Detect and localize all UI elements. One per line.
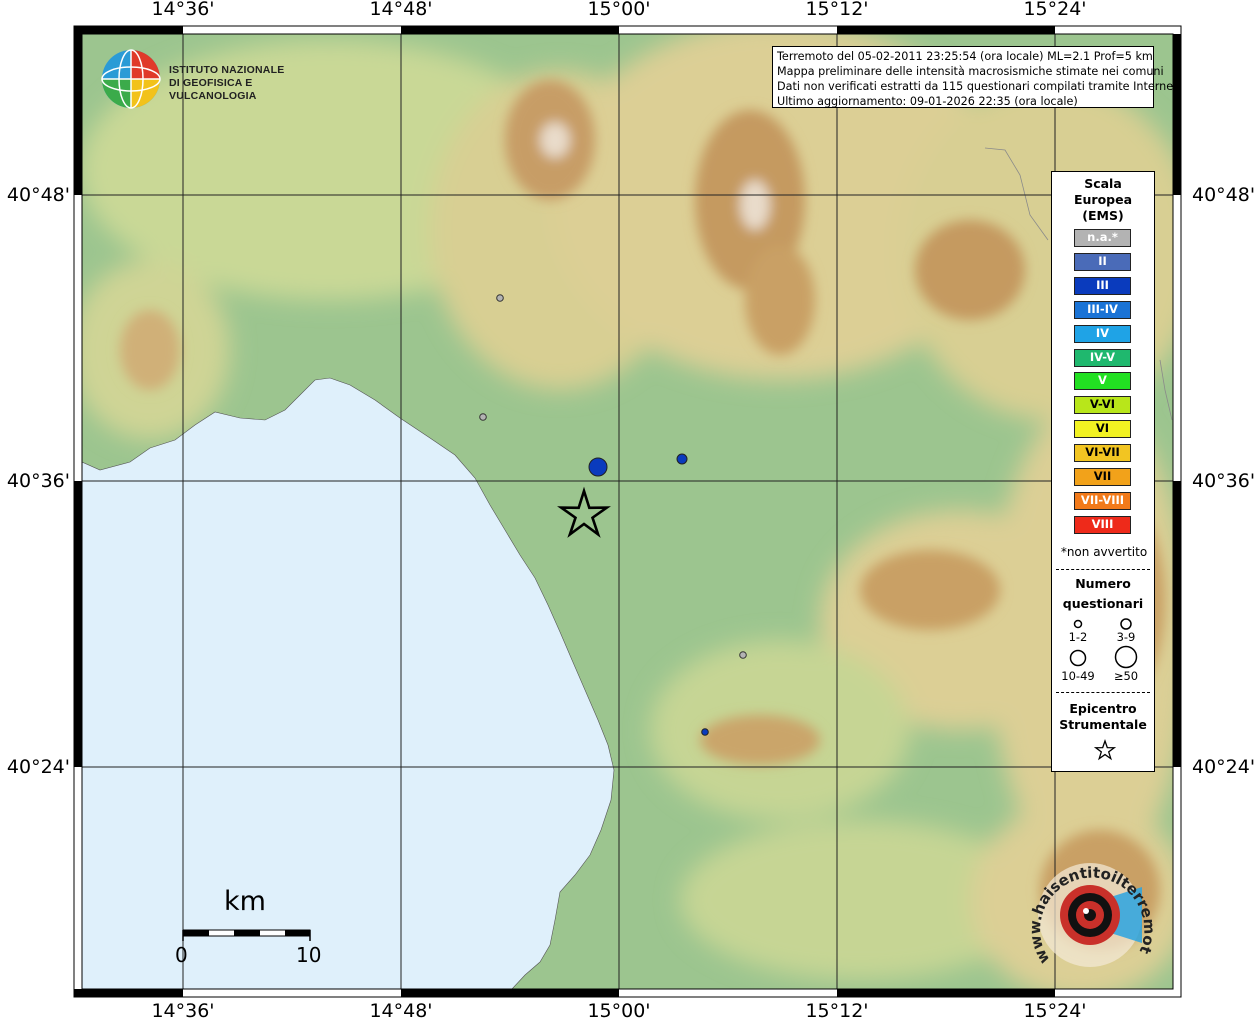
watermark-text: www.haisentitoilterremoto.it: [1020, 840, 1159, 967]
legend-title-line: Scala: [1084, 176, 1122, 191]
count-size-label: 1-2: [1068, 630, 1088, 644]
ingv-logo: ISTITUTO NAZIONALE DI GEOFISICA E VULCAN…: [100, 48, 320, 110]
longitude-label: 15°00': [587, 0, 651, 20]
ingv-name-line2: DI GEOFISICA E VULCANOLOGIA: [169, 77, 257, 102]
ems-swatch: V-VI: [1074, 396, 1131, 415]
event-info-line: Dati non verificati estratti da 115 ques…: [777, 80, 1182, 93]
event-info-line: Terremoto del 05-02-2011 23:25:54 (ora l…: [777, 50, 1153, 63]
latitude-label: 40°36': [1192, 470, 1255, 492]
longitude-label: 14°36': [151, 1000, 215, 1022]
ems-swatch: VIII: [1074, 515, 1131, 534]
ems-swatch: III-IV: [1074, 300, 1131, 319]
ems-swatch: III: [1074, 276, 1131, 295]
longitude-label: 14°36': [151, 0, 215, 20]
longitude-label: 15°24': [1023, 1000, 1087, 1022]
event-info-box: Terremoto del 05-02-2011 23:25:54 (ora l…: [772, 46, 1182, 108]
intensity-point[interactable]: [496, 294, 504, 302]
not-felt-note: *non avvertito: [1060, 545, 1148, 559]
longitude-label: 15°12': [805, 0, 869, 20]
count-size-label: 3-9: [1116, 630, 1136, 644]
ems-swatch: VII-VIII: [1074, 491, 1131, 510]
legend-title: Scala Europea (EMS): [1052, 176, 1154, 224]
epicenter-title-line: Epicentro: [1069, 701, 1137, 716]
latitude-label: 40°24': [6, 756, 70, 778]
ems-swatch: V: [1074, 372, 1131, 391]
count-title-line: questionari: [1062, 596, 1144, 611]
intensity-point[interactable]: [676, 453, 688, 465]
macroseismic-map: 14°36' 14°48' 15°00' 15°12' 15°24' 14°36…: [0, 0, 1255, 1024]
event-info-line: Ultimo aggiornamento: 09-01-2026 22:35 (…: [777, 95, 1078, 108]
haisentito-watermark: www.haisentitoilterremoto.it: [1020, 840, 1159, 967]
ems-swatch: VII: [1074, 468, 1131, 486]
longitude-label: 14°48': [369, 1000, 433, 1022]
latitude-label: 40°24': [1192, 756, 1255, 778]
legend-panel: Scala Europea (EMS) n.a.* II III III-IV IV IV…: [1051, 171, 1155, 772]
longitude-label: 15°24': [1023, 0, 1087, 20]
latitude-label: 40°48': [1192, 184, 1255, 206]
scalebar-end: 10: [296, 943, 322, 967]
ems-swatch: VI-VII: [1074, 444, 1131, 463]
legend-divider: [1056, 692, 1150, 693]
event-info-line: Mappa preliminare delle intensità macros…: [777, 65, 1164, 78]
ems-swatch: IV-V: [1074, 348, 1131, 367]
intensity-point[interactable]: [479, 413, 487, 421]
intensity-point[interactable]: [701, 728, 709, 736]
ems-swatch: VI: [1074, 420, 1131, 439]
scalebar-unit: km: [224, 886, 266, 917]
longitude-label: 14°48': [369, 0, 433, 20]
legend-title-line: Europea: [1073, 192, 1133, 207]
intensity-point[interactable]: [588, 457, 608, 477]
latitude-label: 40°48': [6, 184, 70, 206]
intensity-point[interactable]: [739, 651, 747, 659]
ingv-logo-text: ISTITUTO NAZIONALE DI GEOFISICA E VULCAN…: [169, 64, 320, 103]
epicenter-legend-star-icon: [1094, 739, 1116, 761]
longitude-label: 15°00': [587, 1000, 651, 1022]
scalebar-start: 0: [175, 943, 188, 967]
epicenter-title-line: Strumentale: [1059, 717, 1147, 732]
legend-divider: [1056, 569, 1150, 570]
count-size-label: 10-49: [1061, 669, 1095, 683]
latitude-label: 40°36': [6, 470, 70, 492]
ems-swatch: II: [1074, 252, 1131, 271]
count-title: Numero questionari: [1052, 574, 1154, 614]
count-size-label: ≥50: [1113, 669, 1139, 683]
count-title-line: Numero: [1075, 576, 1131, 591]
longitude-label: 15°12': [805, 1000, 869, 1022]
legend-title-line: (EMS): [1082, 208, 1124, 223]
epicenter-legend-title: Epicentro Strumentale: [1052, 701, 1154, 733]
ingv-name-line1: ISTITUTO NAZIONALE: [169, 64, 285, 76]
ingv-globe-icon: [101, 49, 161, 109]
ems-swatch: n.a.*: [1074, 229, 1131, 247]
ems-swatch: IV: [1074, 324, 1131, 343]
